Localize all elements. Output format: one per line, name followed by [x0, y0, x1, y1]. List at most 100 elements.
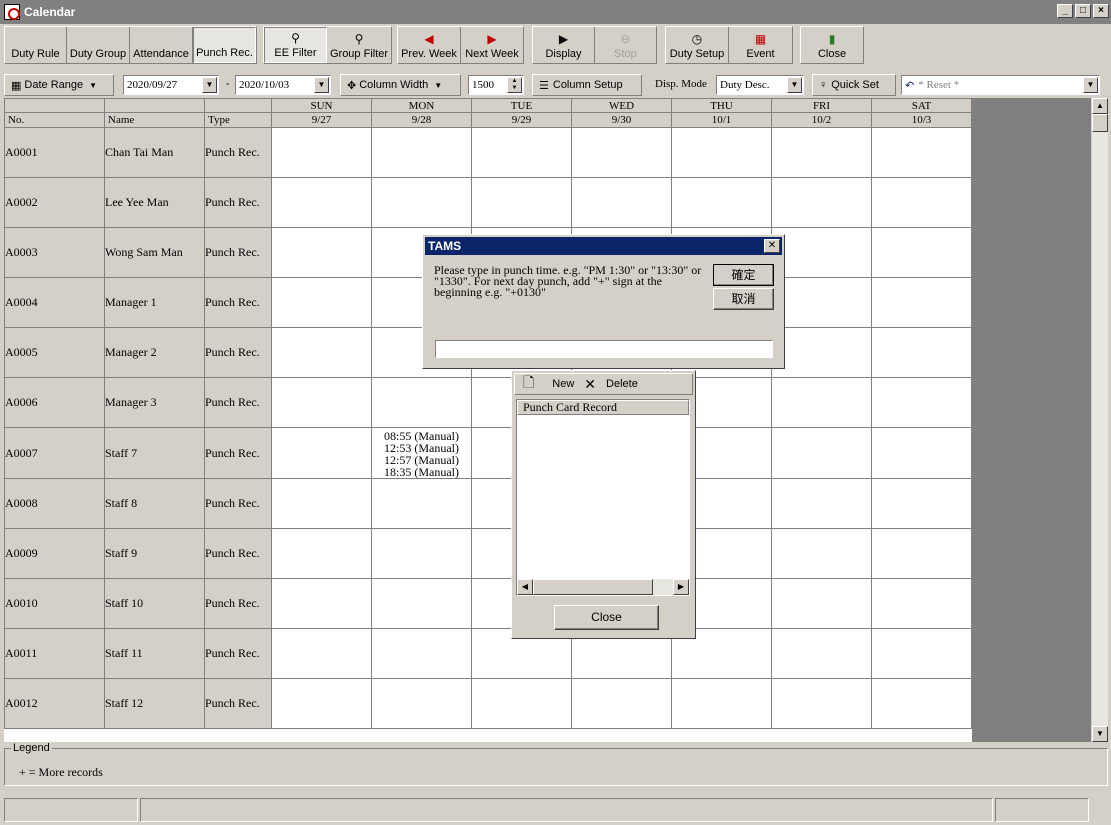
chevron-down-icon[interactable]: ▼ — [787, 77, 802, 93]
column-width-spinner[interactable]: 1500 ▲ ▼ — [468, 75, 524, 95]
cell-name[interactable]: Manager 3 — [104, 377, 205, 428]
next-week-button[interactable]: ▶ Next Week — [461, 27, 523, 63]
day-cell[interactable] — [271, 127, 372, 178]
cell-type[interactable]: Punch Rec. — [204, 127, 272, 178]
day-header-fri[interactable]: FRI — [771, 98, 872, 113]
day-cell[interactable] — [871, 177, 972, 228]
cell-no[interactable]: A0005 — [4, 327, 105, 378]
cell-name[interactable]: Manager 2 — [104, 327, 205, 378]
day-cell[interactable] — [771, 127, 872, 178]
day-header-sun[interactable]: SUN — [271, 98, 372, 113]
day-cell[interactable] — [371, 578, 472, 629]
day-cell[interactable] — [371, 528, 472, 579]
date-header[interactable]: 9/27 — [271, 112, 372, 128]
cell-type[interactable]: Punch Rec. — [204, 628, 272, 679]
punch-card-list[interactable]: Punch Card Record ◀ ▶ — [516, 399, 690, 596]
date-header[interactable]: 9/29 — [471, 112, 572, 128]
cell-name[interactable]: Staff 9 — [104, 528, 205, 579]
day-cell[interactable] — [771, 678, 872, 729]
day-cell[interactable] — [571, 177, 672, 228]
punch-rec-button[interactable]: Punch Rec. — [193, 27, 256, 63]
scroll-thumb[interactable] — [533, 579, 653, 595]
quick-set-button[interactable]: ♀ Quick Set — [812, 74, 896, 96]
day-cell[interactable] — [671, 177, 772, 228]
cell-no[interactable]: A0009 — [4, 528, 105, 579]
scroll-left-icon[interactable]: ◀ — [517, 579, 533, 595]
day-cell[interactable] — [371, 628, 472, 679]
day-cell[interactable] — [271, 327, 372, 378]
maximize-button[interactable]: □ — [1075, 4, 1091, 18]
table-row[interactable]: A0001 Chan Tai Man Punch Rec. — [4, 127, 972, 178]
horizontal-scrollbar[interactable]: ◀ ▶ — [517, 579, 689, 595]
disp-mode-select[interactable]: Duty Desc. ▼ — [716, 75, 804, 95]
day-cell[interactable] — [571, 127, 672, 178]
cell-no[interactable]: A0004 — [4, 277, 105, 328]
spinner-arrows-icon[interactable]: ▲ ▼ — [507, 77, 522, 93]
cell-type[interactable]: Punch Rec. — [204, 177, 272, 228]
day-cell[interactable] — [271, 628, 372, 679]
cell-type[interactable]: Punch Rec. — [204, 327, 272, 378]
reset-select[interactable]: ↶ * Reset * ▼ — [901, 75, 1100, 95]
cell-no[interactable]: A0001 — [4, 127, 105, 178]
table-row[interactable]: A0012 Staff 12 Punch Rec. — [4, 678, 972, 729]
day-cell[interactable] — [771, 177, 872, 228]
punch-time-input[interactable] — [435, 340, 773, 358]
cell-name[interactable]: Staff 8 — [104, 478, 205, 529]
cell-name[interactable]: Chan Tai Man — [104, 127, 205, 178]
day-cell[interactable] — [871, 478, 972, 529]
day-cell[interactable] — [471, 177, 572, 228]
cell-no[interactable]: A0006 — [4, 377, 105, 428]
cell-type[interactable]: Punch Rec. — [204, 377, 272, 428]
cell-name[interactable]: Staff 10 — [104, 578, 205, 629]
duty-group-button[interactable]: Duty Group — [67, 27, 130, 63]
prev-week-button[interactable]: ◀ Prev. Week — [398, 27, 461, 63]
ee-filter-button[interactable]: ⚲ EE Filter — [264, 27, 327, 63]
delete-button[interactable]: Delete — [606, 378, 638, 390]
date-header[interactable]: 9/28 — [371, 112, 472, 128]
day-header-mon[interactable]: MON — [371, 98, 472, 113]
day-cell[interactable] — [871, 427, 972, 479]
cell-name[interactable]: Manager 1 — [104, 277, 205, 328]
day-cell[interactable] — [771, 478, 872, 529]
date-header[interactable]: 10/3 — [871, 112, 972, 128]
cancel-button[interactable]: 取消 — [713, 288, 774, 310]
new-document-icon[interactable]: 🗋 — [523, 372, 534, 396]
dialog-close-icon[interactable]: ✕ — [764, 239, 780, 253]
new-button[interactable]: New — [552, 378, 574, 390]
day-cell[interactable] — [371, 678, 472, 729]
day-cell[interactable] — [271, 528, 372, 579]
day-cell[interactable] — [271, 427, 372, 479]
date-from-picker[interactable]: 2020/09/27 ▼ — [123, 75, 219, 95]
panel-close-button[interactable]: Close — [554, 605, 659, 630]
day-cell[interactable]: 08:55 (Manual) 12:53 (Manual) 12:57 (Manua… — [371, 427, 472, 479]
cell-type[interactable]: Punch Rec. — [204, 478, 272, 529]
cell-type[interactable]: Punch Rec. — [204, 578, 272, 629]
cell-name[interactable]: Staff 12 — [104, 678, 205, 729]
day-cell[interactable] — [571, 678, 672, 729]
day-cell[interactable] — [871, 327, 972, 378]
day-cell[interactable] — [771, 578, 872, 629]
header-no[interactable]: No. — [4, 112, 105, 128]
table-row[interactable]: A0010 Staff 10 Punch Rec. — [4, 578, 972, 629]
cell-no[interactable]: A0007 — [4, 427, 105, 479]
day-cell[interactable] — [371, 177, 472, 228]
duty-setup-button[interactable]: ◷ Duty Setup — [666, 27, 729, 63]
cell-type[interactable]: Punch Rec. — [204, 528, 272, 579]
date-header[interactable]: 9/30 — [571, 112, 672, 128]
day-cell[interactable] — [371, 478, 472, 529]
day-cell[interactable] — [371, 377, 472, 428]
table-row[interactable]: A0009 Staff 9 Punch Rec. — [4, 528, 972, 579]
day-cell[interactable] — [271, 678, 372, 729]
cell-no[interactable]: A0012 — [4, 678, 105, 729]
day-cell[interactable] — [871, 227, 972, 278]
punch-card-column-header[interactable]: Punch Card Record — [517, 400, 689, 415]
minimize-button[interactable]: _ — [1057, 4, 1073, 18]
column-setup-button[interactable]: ☰ Column Setup — [532, 74, 642, 96]
date-range-dropdown[interactable]: ▦ Date Range ▼ — [4, 74, 114, 96]
table-row[interactable]: A0007 Staff 7 Punch Rec. 08:55 (Manual) 12:5… — [4, 427, 972, 479]
table-row[interactable]: A0006 Manager 3 Punch Rec. — [4, 377, 972, 428]
cell-type[interactable]: Punch Rec. — [204, 277, 272, 328]
table-row[interactable]: A0008 Staff 8 Punch Rec. — [4, 478, 972, 529]
day-cell[interactable] — [871, 628, 972, 679]
day-cell[interactable] — [871, 377, 972, 428]
